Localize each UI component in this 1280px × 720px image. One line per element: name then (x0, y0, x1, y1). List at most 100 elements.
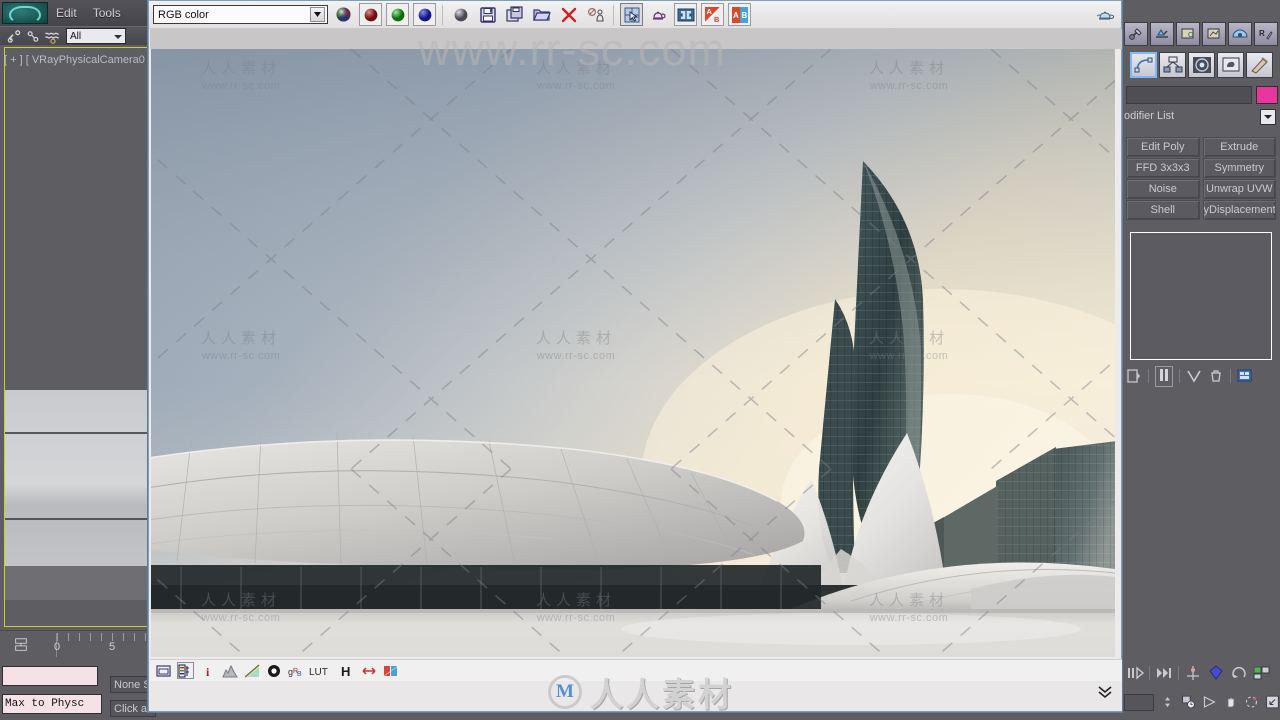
red-channel-icon[interactable] (359, 3, 382, 26)
blue-channel-icon[interactable] (413, 3, 436, 26)
white-balance-icon[interactable]: gRB (287, 662, 304, 679)
maximize-viewport-icon[interactable] (1253, 664, 1271, 682)
modifier-list-label: odifier List (1124, 110, 1175, 122)
color-corrections-icon[interactable] (177, 662, 194, 679)
color-curve-icon[interactable] (243, 662, 260, 679)
modifier-extrude[interactable]: Extrude (1202, 137, 1276, 157)
link-icon[interactable] (6, 29, 22, 44)
clear-image-icon[interactable] (557, 3, 580, 26)
make-unique-icon[interactable] (1186, 368, 1202, 384)
object-name-field[interactable] (1126, 86, 1252, 104)
main-menubar: Edit Tools (0, 0, 152, 26)
lut-icon[interactable]: LUT (309, 662, 333, 679)
coordinate-display-field[interactable] (2, 666, 98, 686)
load-image-icon[interactable] (530, 3, 553, 26)
force-color-clamping-icon[interactable] (360, 662, 377, 679)
pin-stack-icon[interactable] (1126, 368, 1142, 384)
ab-diagonal-compare-icon[interactable]: AB (701, 3, 724, 26)
ab-side-compare-icon[interactable]: AB (728, 3, 751, 26)
geometry-icon[interactable] (1130, 52, 1157, 78)
render-last-icon[interactable] (647, 3, 670, 26)
viewport-navigation-row (1122, 688, 1280, 716)
create-tab[interactable] (1124, 22, 1148, 46)
cameras-icon[interactable] (1217, 52, 1244, 78)
menu-tools[interactable]: Tools (85, 0, 129, 26)
save-all-channels-icon[interactable] (503, 3, 526, 26)
monochrome-icon[interactable] (449, 3, 472, 26)
svg-text:R: R (1259, 29, 1265, 38)
show-pixel-info-icon[interactable] (155, 662, 172, 679)
histogram-icon[interactable] (221, 662, 238, 679)
timeline-ruler[interactable]: 0 5 (54, 633, 152, 657)
modify-tab[interactable] (1150, 22, 1174, 46)
configure-modifier-sets-icon[interactable] (1237, 368, 1253, 384)
modifier-symmetry[interactable]: Symmetry (1202, 158, 1276, 178)
channel-select-dropdown[interactable]: RGB color (153, 5, 328, 24)
ab-horizontal-compare-icon[interactable] (674, 3, 697, 26)
render-rgb-channel-icon[interactable] (332, 3, 355, 26)
chevron-down-icon[interactable] (310, 7, 325, 22)
display-tab[interactable] (1228, 22, 1252, 46)
motion-tab[interactable] (1202, 22, 1226, 46)
modifier-noise[interactable]: Noise (1126, 179, 1200, 199)
green-channel-icon[interactable] (386, 3, 409, 26)
modifier-unwrap-uvw[interactable]: Unwrap UVW (1202, 179, 1276, 199)
duplicate-to-max-frame-buffer-icon[interactable] (584, 3, 607, 26)
channel-select-value: RGB color (158, 9, 209, 21)
modifier-displacement[interactable]: yDisplacementl (1202, 200, 1276, 220)
vfb-render-canvas[interactable]: 人人素材 www.rr-sc.com 人人素材 www.rr-sc.com 人人… (151, 49, 1115, 657)
vray-teapot-icon[interactable] (1094, 3, 1117, 26)
modifier-shell[interactable]: Shell (1126, 200, 1200, 220)
modifier-button-grid: Edit Poly Extrude FFD 3x3x3 Symmetry Noi… (1126, 137, 1276, 220)
exposure-icon[interactable] (265, 662, 282, 679)
remove-modifier-icon[interactable] (1208, 368, 1224, 384)
key-filters-icon[interactable] (12, 637, 30, 653)
save-image-icon[interactable] (476, 3, 499, 26)
viewport-label[interactable]: [ + ] [ VRayPhysicalCamera0 (0, 48, 152, 72)
frame-number-field[interactable] (1124, 693, 1155, 711)
object-color-swatch[interactable] (1256, 86, 1278, 104)
track-bar[interactable]: 0 5 (0, 630, 152, 658)
maximize-toggle-icon[interactable] (1265, 693, 1280, 711)
bind-to-space-warp-icon[interactable] (44, 29, 60, 44)
modifier-edit-poly[interactable]: Edit Poly (1126, 137, 1200, 157)
modifier-ffd-3x3x3[interactable]: FFD 3x3x3 (1126, 158, 1200, 178)
hue-saturation-icon[interactable]: H (338, 662, 355, 679)
play-animation-icon[interactable] (1126, 664, 1144, 682)
viewport-render-content (5, 390, 151, 600)
shapes-icon[interactable] (1159, 52, 1186, 78)
time-configuration-icon[interactable] (1181, 693, 1196, 711)
svg-text:H: H (341, 664, 350, 678)
orbit-icon[interactable] (1244, 693, 1259, 711)
modifier-stack-list[interactable] (1130, 232, 1272, 360)
unlink-icon[interactable] (25, 29, 41, 44)
track-mouse-while-rendering-icon[interactable] (620, 3, 643, 26)
unit-conversion-label: Max to Physc (2, 694, 102, 714)
spinner-icon[interactable] (1160, 693, 1175, 711)
utilities-tab[interactable]: R (1254, 22, 1278, 46)
vfb-footer (150, 681, 1122, 711)
ruler-label-0: 0 (54, 641, 61, 653)
vray-frame-buffer-window: RGB color A B A B 人人素材 www.rr-sc.com 人人素… (148, 0, 1122, 712)
show-end-result-icon[interactable] (1155, 365, 1173, 387)
field-of-view-icon[interactable] (1202, 693, 1217, 711)
menu-edit[interactable]: Edit (48, 0, 85, 26)
modifier-stack-toolbar (1122, 365, 1278, 387)
command-panel-tabs: C R (1124, 22, 1280, 48)
arc-rotate-icon[interactable] (1230, 664, 1248, 682)
helpers-icon[interactable] (1246, 52, 1273, 78)
hierarchy-tab[interactable]: C (1176, 22, 1200, 46)
select-and-manipulate-icon[interactable] (1184, 664, 1202, 682)
srgb-icon[interactable] (382, 662, 399, 679)
svg-text:C: C (1188, 32, 1193, 39)
lights-icon[interactable] (1188, 52, 1215, 78)
expand-panel-icon[interactable] (1097, 685, 1113, 699)
selection-filter-dropdown[interactable]: All (66, 28, 126, 44)
command-panel: C R odifier List (1120, 0, 1280, 720)
svg-text:LUT: LUT (309, 667, 328, 677)
next-frame-icon[interactable] (1155, 664, 1173, 682)
image-info-icon[interactable]: i (199, 662, 216, 679)
key-mode-icon[interactable] (1207, 664, 1225, 682)
pan-icon[interactable] (1223, 693, 1238, 711)
chevron-down-icon[interactable] (1260, 109, 1276, 125)
